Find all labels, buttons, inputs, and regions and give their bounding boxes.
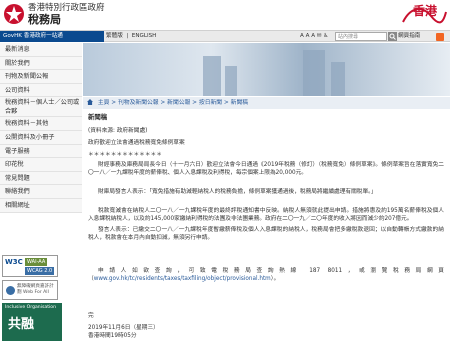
breadcrumb-press-releases[interactable]: 新聞公報 (167, 100, 190, 106)
home-icon[interactable] (87, 99, 93, 105)
inclusive-organisation-badge[interactable]: Inclusive Organisation 共融 (2, 303, 62, 341)
sitemap-link[interactable]: 網頁指南 (398, 31, 420, 42)
release-time: 香港時間19時05分 (88, 333, 137, 339)
paragraph-5-tail: ）。 (270, 276, 280, 282)
search-icon[interactable] (388, 32, 397, 41)
rss-icon[interactable] (436, 33, 444, 41)
page-banner-image (83, 43, 450, 96)
press-release-divider: ＊＊＊＊＊＊＊＊＊＊＊＊＊ (88, 152, 162, 158)
breadcrumb-publications[interactable]: 刊物及新聞公報 (118, 100, 159, 106)
wcag-w3c-label: W3C (5, 258, 23, 266)
sidebar-item-related-links[interactable]: 相關網址 (0, 198, 82, 213)
web-for-all-badge[interactable]: 無障礙網頁嘉許計劃 Web For All (2, 280, 58, 300)
sidebar-item-public-info[interactable]: 公開資料及小冊子 (0, 130, 82, 145)
language-links: 繁體版 | ENGLISH (106, 33, 157, 39)
wcag-aa-label: WAI-AA (25, 258, 48, 266)
sidebar-item-about-us[interactable]: 關於我們 (0, 56, 82, 71)
inclusive-org-mark: 共融 (8, 317, 35, 332)
govhk-link[interactable]: GovHK 香港政府一站通 (0, 31, 104, 42)
breadcrumb-daily-news[interactable]: 按日新聞 (199, 100, 222, 106)
paragraph-5: 申請人如欲查詢，可致電稅務局查詢熱線 187 8011，或瀏覽稅務局網頁（www… (88, 267, 444, 283)
sidebar-item-latest-news[interactable]: 最新消息 (0, 43, 82, 57)
hksar-emblem-icon[interactable] (3, 3, 25, 25)
sidebar-item-tax-other[interactable]: 稅務資料－其他 (0, 117, 82, 131)
sidebar-item-e-services[interactable]: 電子服務 (0, 144, 82, 159)
sidebar-item-company-info[interactable]: 公司資料 (0, 83, 82, 98)
inclusive-org-label: Inclusive Organisation (5, 305, 57, 310)
wcag-badge[interactable]: W3C WAI-AA WCAG 2.0 (2, 255, 58, 277)
paragraph-1: 財經事務及庫務局局長今日（十一月六日）歡迎立法會今日通過《2019年稅務（修訂）… (88, 162, 444, 176)
provisional-tax-link[interactable]: www.gov.hk/tc/residents/taxes/taxfiling/… (94, 276, 271, 282)
site-header: 香港特別行政區政府 稅務局 香港 (0, 0, 450, 30)
sidebar-item-faq[interactable]: 常見問題 (0, 171, 82, 186)
paragraph-3: 稅款寬減會在納稅人二〇一八／一九課稅年度的最終評稅通知書中反映。納稅人無須就此提… (88, 208, 444, 222)
wcag-version-label: WCAG 2.0 (25, 267, 55, 275)
breadcrumb-current: 新聞稿 (230, 100, 249, 106)
brand-hong-kong-text: 香港 (413, 4, 438, 18)
web-for-all-icon (6, 286, 15, 295)
end-marker: 完 (88, 313, 94, 319)
font-size-and-contact-icons[interactable]: A A A ✉ ♿ (300, 31, 328, 42)
paragraph-2: 財庫局發言人表示：「寬免措施有助減輕納稅人的稅務負擔，條例草案獲通過後，稅務局將… (98, 189, 377, 195)
page-title: 新聞稿 (88, 113, 108, 121)
sidebar-item-contact-us[interactable]: 聯絡我們 (0, 185, 82, 199)
sidebar-navigation: 最新消息 關於我們 刊物及新聞公報 公司資料 稅務資料－個人士／公司或合夥 稅務… (0, 43, 82, 213)
paragraph-4: 發言人表示：已繳交二〇一八／一九課稅年度暫繳薪俸稅及個人入息課稅的納稅人，稅務局… (88, 227, 444, 241)
sidebar-item-stamp-duty[interactable]: 印花稅 (0, 158, 82, 172)
breadcrumb-home[interactable]: 主頁 (98, 100, 110, 106)
web-for-all-label: 無障礙網頁嘉許計劃 Web For All (17, 284, 54, 295)
lang-english[interactable]: ENGLISH (132, 33, 157, 39)
sidebar-item-publications[interactable]: 刊物及新聞公報 (0, 70, 82, 84)
search-input[interactable]: 站內搜尋 (335, 32, 387, 41)
press-release-source: (資料來源: 政府新聞處) (88, 128, 148, 134)
press-release-heading: 政府歡迎立法會通過稅務寬免條例草案 (88, 140, 185, 146)
release-date: 2019年11月6日（星期三） (88, 325, 159, 331)
sidebar-item-tax-individuals[interactable]: 稅務資料－個人士／公司或合夥 (0, 97, 82, 118)
government-name: 香港特別行政區政府 (28, 3, 105, 13)
breadcrumb: 主頁 > 刊物及新聞公報 > 新聞公報 > 按日新聞 > 新聞稿 (83, 97, 450, 109)
top-utility-bar: GovHK 香港政府一站通 繁體版 | ENGLISH A A A ✉ ♿ 站內… (0, 30, 450, 42)
department-name[interactable]: 稅務局 (28, 13, 61, 26)
lang-traditional-chinese[interactable]: 繁體版 (106, 33, 123, 39)
